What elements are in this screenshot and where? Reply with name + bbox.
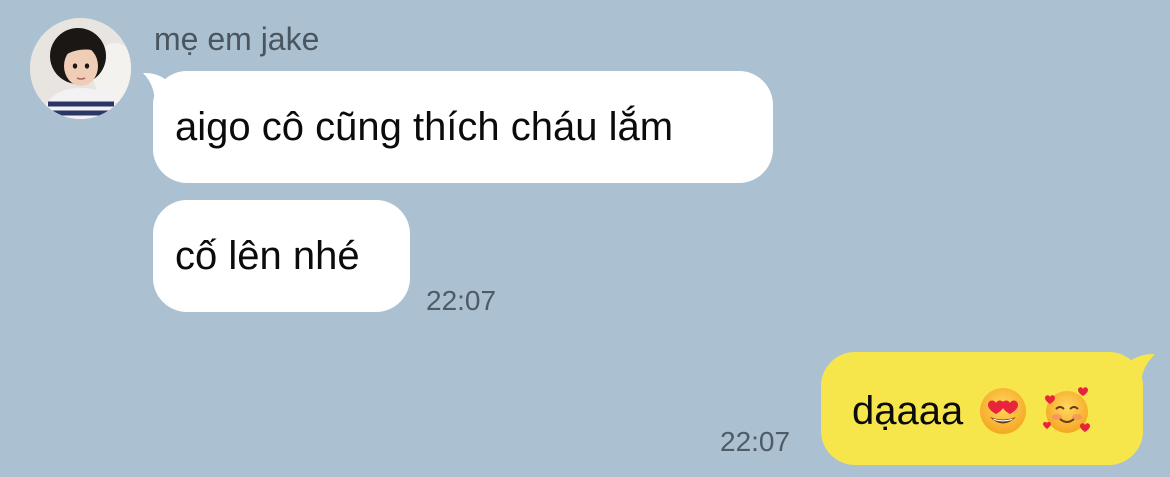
message-timestamp: 22:07 xyxy=(720,426,791,457)
sender-name: mẹ em jake xyxy=(154,21,320,57)
message-text: cố lên nhé xyxy=(175,234,360,278)
heart-eyes-emoji xyxy=(978,386,1028,436)
outgoing-message-bubble[interactable]: dạaaa xyxy=(821,352,1143,465)
message-text: aigo cô cũng thích cháu lắm xyxy=(175,105,674,149)
smiling-face-with-hearts-emoji xyxy=(1042,386,1092,436)
message-timestamp: 22:07 xyxy=(426,285,497,316)
incoming-message-bubble[interactable]: aigo cô cũng thích cháu lắm xyxy=(153,71,773,183)
incoming-message-bubble[interactable]: cố lên nhé xyxy=(153,200,410,312)
message-text: dạaaa xyxy=(852,389,964,433)
sender-avatar[interactable] xyxy=(30,18,131,119)
